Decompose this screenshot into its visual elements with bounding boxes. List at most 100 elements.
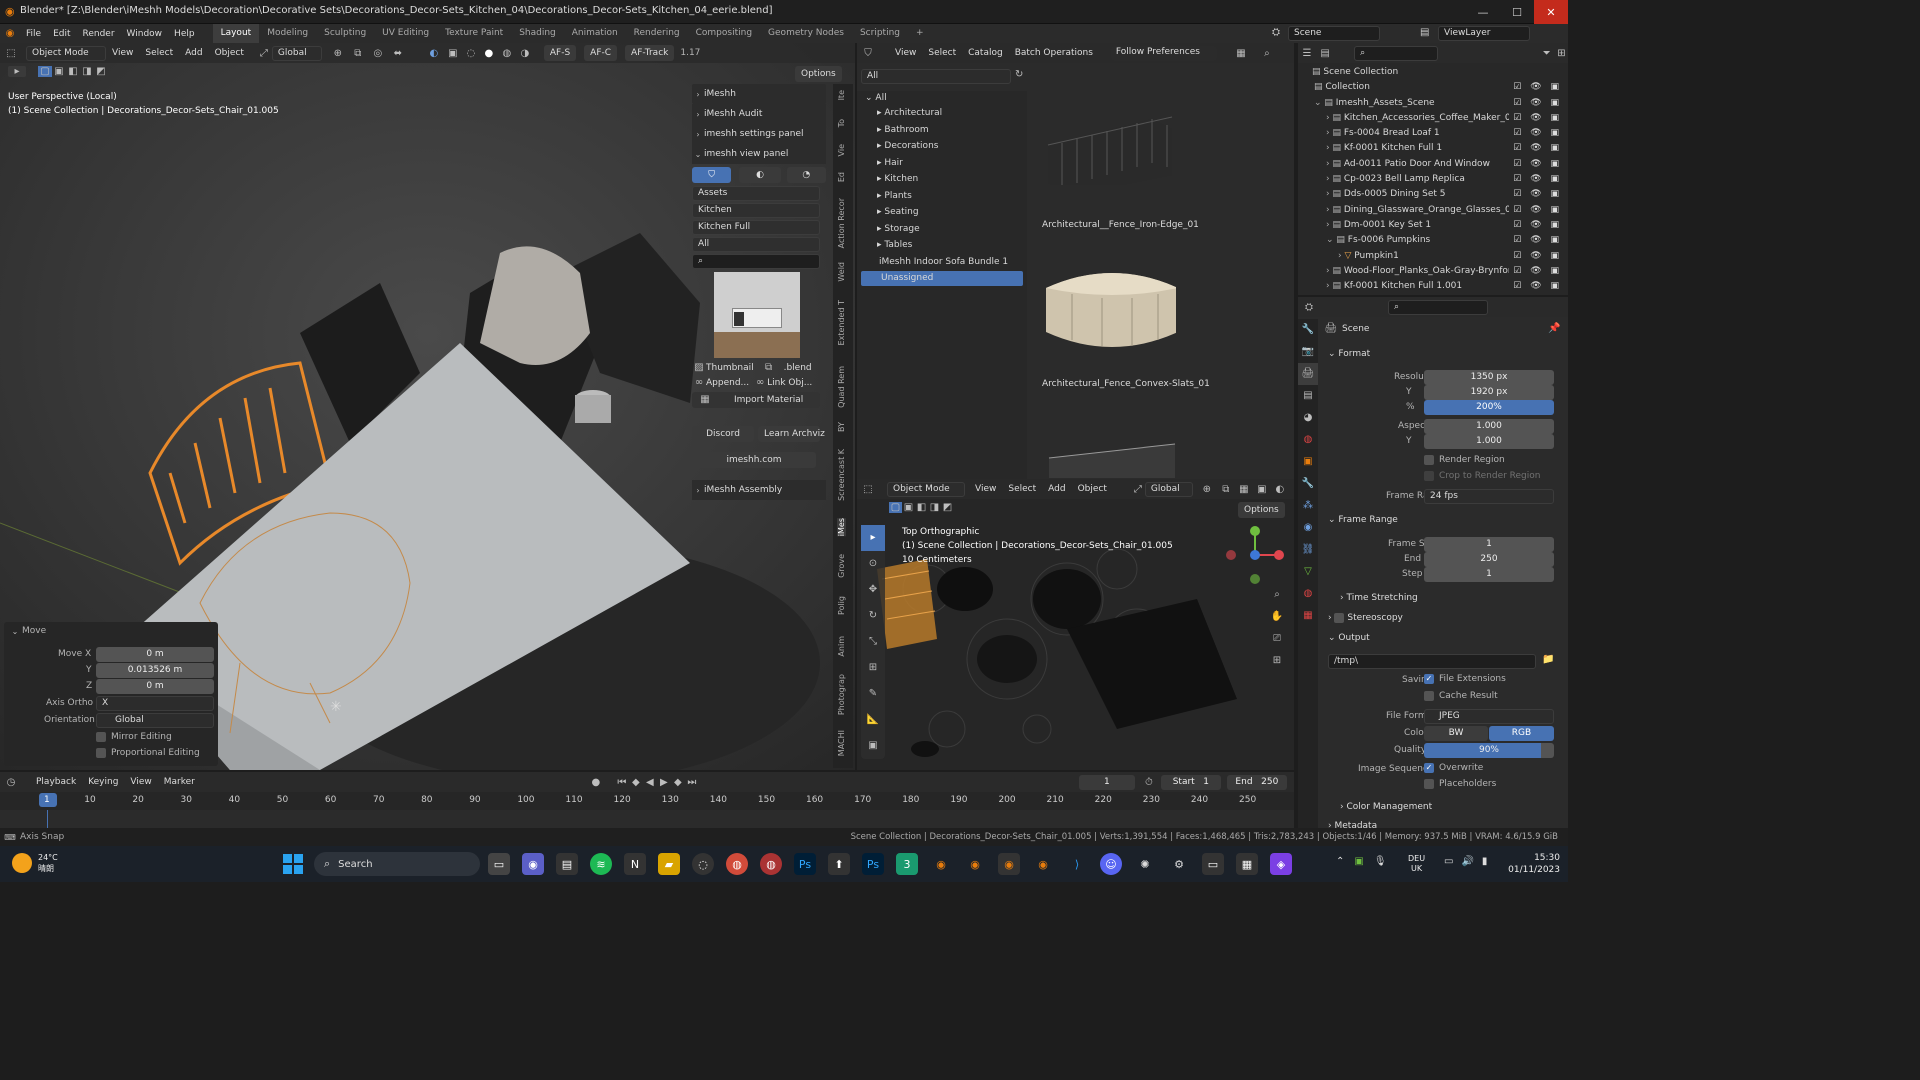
file-extensions-checkbox[interactable]: ✓ bbox=[1424, 674, 1434, 684]
measure-tool-icon[interactable]: 📐 bbox=[861, 707, 885, 733]
catalog-storage[interactable]: ▸ Storage bbox=[857, 222, 1027, 239]
overwrite-row[interactable]: ✓ Overwrite bbox=[1424, 763, 1483, 773]
tab-machin3[interactable]: MACHI bbox=[837, 730, 846, 756]
close-button[interactable]: ✕ bbox=[1534, 0, 1568, 24]
taskbar-search[interactable]: ⌕ Search bbox=[314, 852, 480, 876]
scene-selector[interactable]: Scene bbox=[1288, 26, 1380, 41]
prev-keyframe-icon[interactable]: ◆ bbox=[629, 777, 643, 788]
pivot-icon[interactable]: ⊕ bbox=[1197, 484, 1217, 495]
viewlayer-selector[interactable]: ViewLayer bbox=[1438, 26, 1530, 41]
tab-edit[interactable]: Ed bbox=[837, 172, 846, 182]
proportional-editing-row[interactable]: Proportional Editing bbox=[96, 748, 200, 758]
particles-tab-icon[interactable]: ⁂ bbox=[1298, 495, 1318, 517]
obs-icon[interactable]: ◌ bbox=[692, 853, 714, 875]
subcategory-dropdown[interactable]: Kitchen Full bbox=[692, 220, 820, 235]
blender-menu-icon[interactable]: ◉ bbox=[0, 28, 20, 39]
grid-icon[interactable]: ⊞ bbox=[1268, 655, 1286, 677]
filter-icon[interactable]: ⏷ bbox=[1538, 48, 1554, 59]
move-z-field[interactable]: 0 m bbox=[96, 679, 214, 694]
visibility-toggles[interactable]: ☑ 👁 ▣ bbox=[1509, 233, 1562, 249]
photoshop-icon[interactable]: Ps bbox=[794, 853, 816, 875]
append-button[interactable]: Append... bbox=[706, 378, 749, 388]
chevron-down-icon[interactable]: ⌄ bbox=[1326, 235, 1336, 245]
texture-tab-icon[interactable]: ▦ bbox=[1298, 605, 1318, 627]
select-new-icon[interactable]: ▢ bbox=[38, 66, 52, 77]
frame-end-field[interactable]: 250 bbox=[1424, 552, 1554, 567]
search-icon[interactable]: ⌕ bbox=[1257, 48, 1277, 59]
file-extensions-row[interactable]: ✓ File Extensions bbox=[1424, 674, 1506, 684]
asset-tile-fence-convex[interactable]: Architectural_Fence_Convex-Slats_01 bbox=[1042, 258, 1210, 389]
zoom-icon[interactable]: ⌕ bbox=[1268, 589, 1286, 611]
cursor-tool-icon[interactable]: ⊙ bbox=[861, 551, 885, 577]
color-rgb-button[interactable]: RGB bbox=[1489, 726, 1554, 741]
view-layer-tab-icon[interactable]: ▤ bbox=[1298, 385, 1318, 407]
visibility-toggles[interactable]: ☑ 👁 ▣ bbox=[1509, 263, 1562, 279]
menu-window[interactable]: Window bbox=[121, 29, 169, 39]
editor-type-icon[interactable]: ⬚ bbox=[0, 48, 22, 59]
microphone-icon[interactable]: 🎙 bbox=[1374, 856, 1387, 867]
menu-help[interactable]: Help bbox=[168, 29, 201, 39]
mirror-editing-checkbox[interactable] bbox=[96, 732, 106, 742]
orientation-selector[interactable]: Global bbox=[271, 45, 322, 61]
spotify-icon[interactable]: ≋ bbox=[590, 853, 612, 875]
new-collection-icon[interactable]: ⊞ bbox=[1555, 48, 1568, 59]
catalog-bathroom[interactable]: ▸ Bathroom bbox=[857, 123, 1027, 140]
top-menu-add[interactable]: Add bbox=[1042, 484, 1071, 494]
end-frame-field[interactable]: End 250 bbox=[1226, 774, 1287, 790]
overlay-icon[interactable]: ▦ bbox=[1235, 484, 1253, 495]
display-mode-icon[interactable]: ▤ bbox=[1316, 48, 1334, 59]
language-indicator[interactable]: DEU UK bbox=[1408, 854, 1425, 874]
next-keyframe-icon[interactable]: ◆ bbox=[671, 777, 685, 788]
outliner-row[interactable]: › ▤ Kf-0001 Kitchen Full 1.001 ☑ 👁 ▣ bbox=[1298, 279, 1568, 295]
imeshh-assembly-section[interactable]: › iMeshh Assembly bbox=[692, 480, 826, 500]
frame-start-field[interactable]: 1 bbox=[1424, 537, 1554, 552]
outliner-row[interactable]: ⌄ ▤ Fs-0006 Pumpkins ☑ 👁 ▣ bbox=[1298, 233, 1568, 249]
menu-file[interactable]: File bbox=[20, 29, 47, 39]
asset-tile-fence-iron[interactable]: Architectural__Fence_Iron-Edge_01 bbox=[1042, 105, 1199, 230]
timeline-ruler[interactable]: 1 10 20 30 40 50 60 70 80 90 100 110 120 130 140 150 160… bbox=[0, 792, 1294, 810]
crop-row[interactable]: Crop to Render Region bbox=[1424, 471, 1540, 481]
teams-icon[interactable]: ◉ bbox=[522, 853, 544, 875]
select-extend-icon[interactable]: ▣ bbox=[52, 66, 66, 77]
aspect-x-field[interactable]: 1.000 bbox=[1424, 419, 1554, 434]
outliner-row[interactable]: › ▤ Kf-0001 Kitchen Full 1 ☑ 👁 ▣ bbox=[1298, 141, 1568, 157]
editor-type-icon[interactable]: ⛉ bbox=[857, 48, 879, 59]
catalog-plants[interactable]: ▸ Plants bbox=[857, 189, 1027, 206]
placeholders-row[interactable]: Placeholders bbox=[1424, 779, 1496, 789]
overlay-icon[interactable]: ◐ bbox=[424, 48, 444, 59]
tool-tab-icon[interactable]: 🔧 bbox=[1298, 319, 1318, 341]
viewport-options-button[interactable]: Options bbox=[795, 66, 842, 82]
shading-icon[interactable]: ◐ bbox=[1271, 484, 1289, 495]
visibility-toggles[interactable]: ☑ 👁 ▣ bbox=[1509, 217, 1562, 233]
outliner-row[interactable]: ▤ Scene Collection bbox=[1298, 65, 1568, 80]
pin-icon[interactable]: 📌 bbox=[1548, 323, 1560, 334]
af-s-button[interactable]: AF-S bbox=[543, 45, 577, 61]
navigation-gizmo[interactable] bbox=[1223, 523, 1287, 587]
mirror-editing-row[interactable]: Mirror Editing bbox=[96, 732, 172, 742]
vscode-icon[interactable]: ⟩ bbox=[1066, 853, 1088, 875]
asset-library-dropdown[interactable]: All bbox=[861, 69, 1011, 84]
terminal-icon[interactable]: ▭ bbox=[1202, 853, 1224, 875]
select-invert-icon[interactable]: ◨ bbox=[928, 502, 941, 513]
catalog-seating[interactable]: ▸ Seating bbox=[857, 205, 1027, 222]
quality-slider[interactable]: 90% bbox=[1424, 743, 1554, 758]
output-tab-icon[interactable]: 🖨 bbox=[1298, 363, 1318, 385]
top-options-button[interactable]: Options bbox=[1238, 502, 1285, 518]
viewport-menu-select[interactable]: Select bbox=[139, 48, 179, 58]
jump-start-icon[interactable]: ⏮ bbox=[615, 777, 629, 788]
current-frame-field[interactable]: 1 bbox=[1078, 774, 1135, 790]
overwrite-checkbox[interactable]: ✓ bbox=[1424, 763, 1434, 773]
folder-icon[interactable]: 📁 bbox=[1542, 654, 1554, 665]
notion-icon[interactable]: N bbox=[624, 853, 646, 875]
tab-rendering[interactable]: Rendering bbox=[626, 24, 688, 43]
color-bw-button[interactable]: BW bbox=[1424, 726, 1488, 741]
app-6-icon[interactable]: ◈ bbox=[1270, 853, 1292, 875]
tab-screencast-keys[interactable]: Screencast K bbox=[837, 449, 846, 501]
imeshh-site-button[interactable]: imeshh.com bbox=[692, 452, 816, 468]
data-tab-icon[interactable]: ▽ bbox=[1298, 561, 1318, 583]
scene-selector-icon[interactable]: ⛭ bbox=[1272, 27, 1280, 38]
asset-menu-view[interactable]: View bbox=[889, 48, 922, 58]
cache-result-checkbox[interactable] bbox=[1424, 691, 1434, 701]
imeshh-section[interactable]: › iMeshh bbox=[692, 84, 826, 104]
placeholders-checkbox[interactable] bbox=[1424, 779, 1434, 789]
